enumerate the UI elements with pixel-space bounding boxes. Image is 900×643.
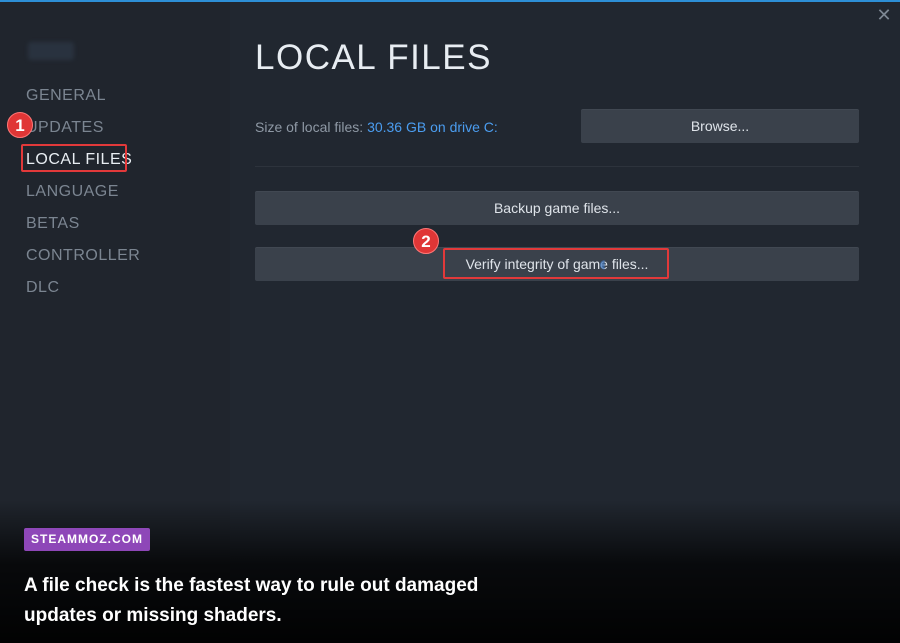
sidebar-item-general[interactable]: GENERAL — [26, 86, 106, 106]
size-label: Size of local files: — [255, 119, 364, 135]
page-title: LOCAL FILES — [255, 38, 492, 77]
sidebar-item-dlc[interactable]: DLC — [26, 278, 60, 298]
sidebar-item-updates[interactable]: UPDATES — [26, 118, 104, 138]
step-1-badge: 1 — [7, 112, 33, 138]
step-2-badge: 2 — [413, 228, 439, 254]
local-files-highlight — [21, 144, 127, 172]
close-icon[interactable]: ✕ — [875, 6, 893, 24]
caption-text: A file check is the fastest way to rule … — [24, 575, 479, 626]
local-files-size: Size of local files: 30.36 GB on drive C… — [255, 119, 498, 135]
section-divider — [255, 166, 859, 167]
brand-tag: STEAMMOZ.COM — [24, 528, 150, 551]
size-value-link[interactable]: 30.36 GB on drive C: — [367, 119, 498, 135]
verify-integrity-highlight — [443, 248, 669, 279]
sidebar-item-language[interactable]: LANGUAGE — [26, 182, 119, 202]
backup-game-files-button[interactable]: Backup game files... — [255, 191, 859, 225]
browse-button[interactable]: Browse... — [581, 109, 859, 143]
game-logo — [28, 42, 74, 60]
sidebar-item-controller[interactable]: CONTROLLER — [26, 246, 140, 266]
sidebar-item-betas[interactable]: BETAS — [26, 214, 80, 234]
